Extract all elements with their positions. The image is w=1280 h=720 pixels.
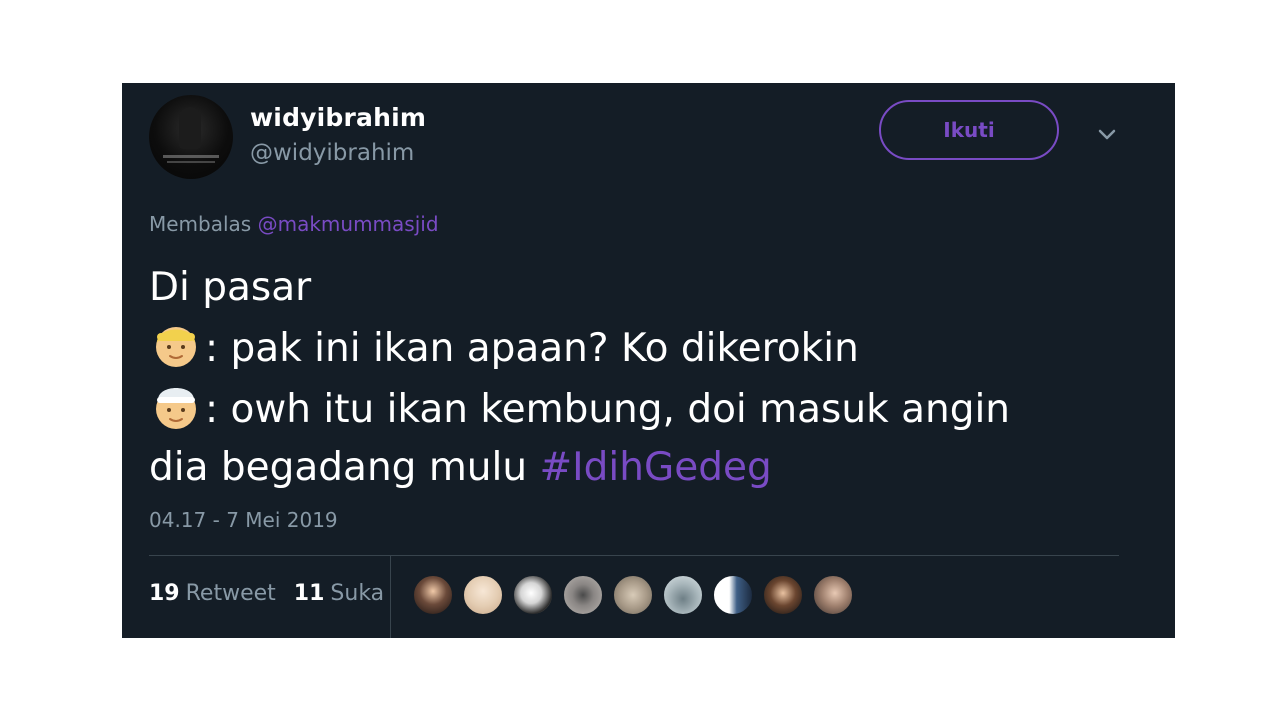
liker-avatar[interactable]	[512, 574, 554, 616]
liker-avatar[interactable]	[812, 574, 854, 616]
tweet-timestamp[interactable]: 04.17 - 7 Mei 2019	[149, 508, 338, 532]
tweet-text: Di pasar : pak ini ikan apaan? Ko dikero…	[149, 259, 1149, 497]
avatar[interactable]	[149, 95, 233, 179]
retweet-count: 19	[149, 581, 180, 606]
liker-avatar[interactable]	[462, 574, 504, 616]
tweet-line-3-text: : owh itu ikan kembung, doi masuk angin	[205, 387, 1011, 432]
like-stat[interactable]: 11 Suka	[294, 581, 384, 606]
liker-avatar[interactable]	[662, 574, 704, 616]
liker-avatar[interactable]	[612, 574, 654, 616]
like-count: 11	[293, 581, 325, 606]
hashtag-link[interactable]: #IdihGedeg	[539, 445, 771, 490]
person-blond-emoji	[156, 327, 196, 367]
divider	[149, 555, 1119, 556]
liker-avatar[interactable]	[762, 574, 804, 616]
reply-prefix: Membalas	[149, 212, 252, 236]
tweet-line-4: dia begadang mulu #IdihGedeg	[149, 439, 1149, 497]
tweet-line-1: Di pasar	[149, 265, 312, 310]
tweet-line-2-text: : pak ini ikan apaan? Ko dikerokin	[205, 326, 859, 371]
tweet-line-3: : owh itu ikan kembung, doi masuk angin	[149, 378, 1149, 439]
stats-divider	[390, 556, 391, 638]
liked-by-avatars	[412, 574, 862, 616]
like-label: Suka	[330, 581, 385, 606]
follow-button[interactable]: Ikuti	[879, 100, 1059, 160]
reply-context: Membalas @makmummasjid	[149, 212, 439, 236]
tweet-line-4-text: dia begadang mulu	[149, 445, 540, 490]
reply-mention-link[interactable]: @makmummasjid	[258, 212, 439, 236]
liker-avatar[interactable]	[562, 574, 604, 616]
retweet-stat[interactable]: 19 Retweet	[149, 581, 276, 606]
tweet-card: widyibrahim @widyibrahim Ikuti Membalas …	[122, 83, 1175, 638]
tweet-line-2: : pak ini ikan apaan? Ko dikerokin	[149, 317, 1149, 378]
display-name[interactable]: widyibrahim	[250, 103, 426, 132]
tweet-stats: 19 Retweet 11 Suka	[149, 581, 384, 606]
man-with-cap-emoji	[156, 388, 196, 429]
liker-avatar[interactable]	[412, 574, 454, 616]
chevron-down-icon[interactable]	[1096, 123, 1118, 145]
liker-avatar[interactable]	[712, 574, 754, 616]
user-handle[interactable]: @widyibrahim	[250, 140, 414, 166]
retweet-label: Retweet	[185, 581, 276, 606]
